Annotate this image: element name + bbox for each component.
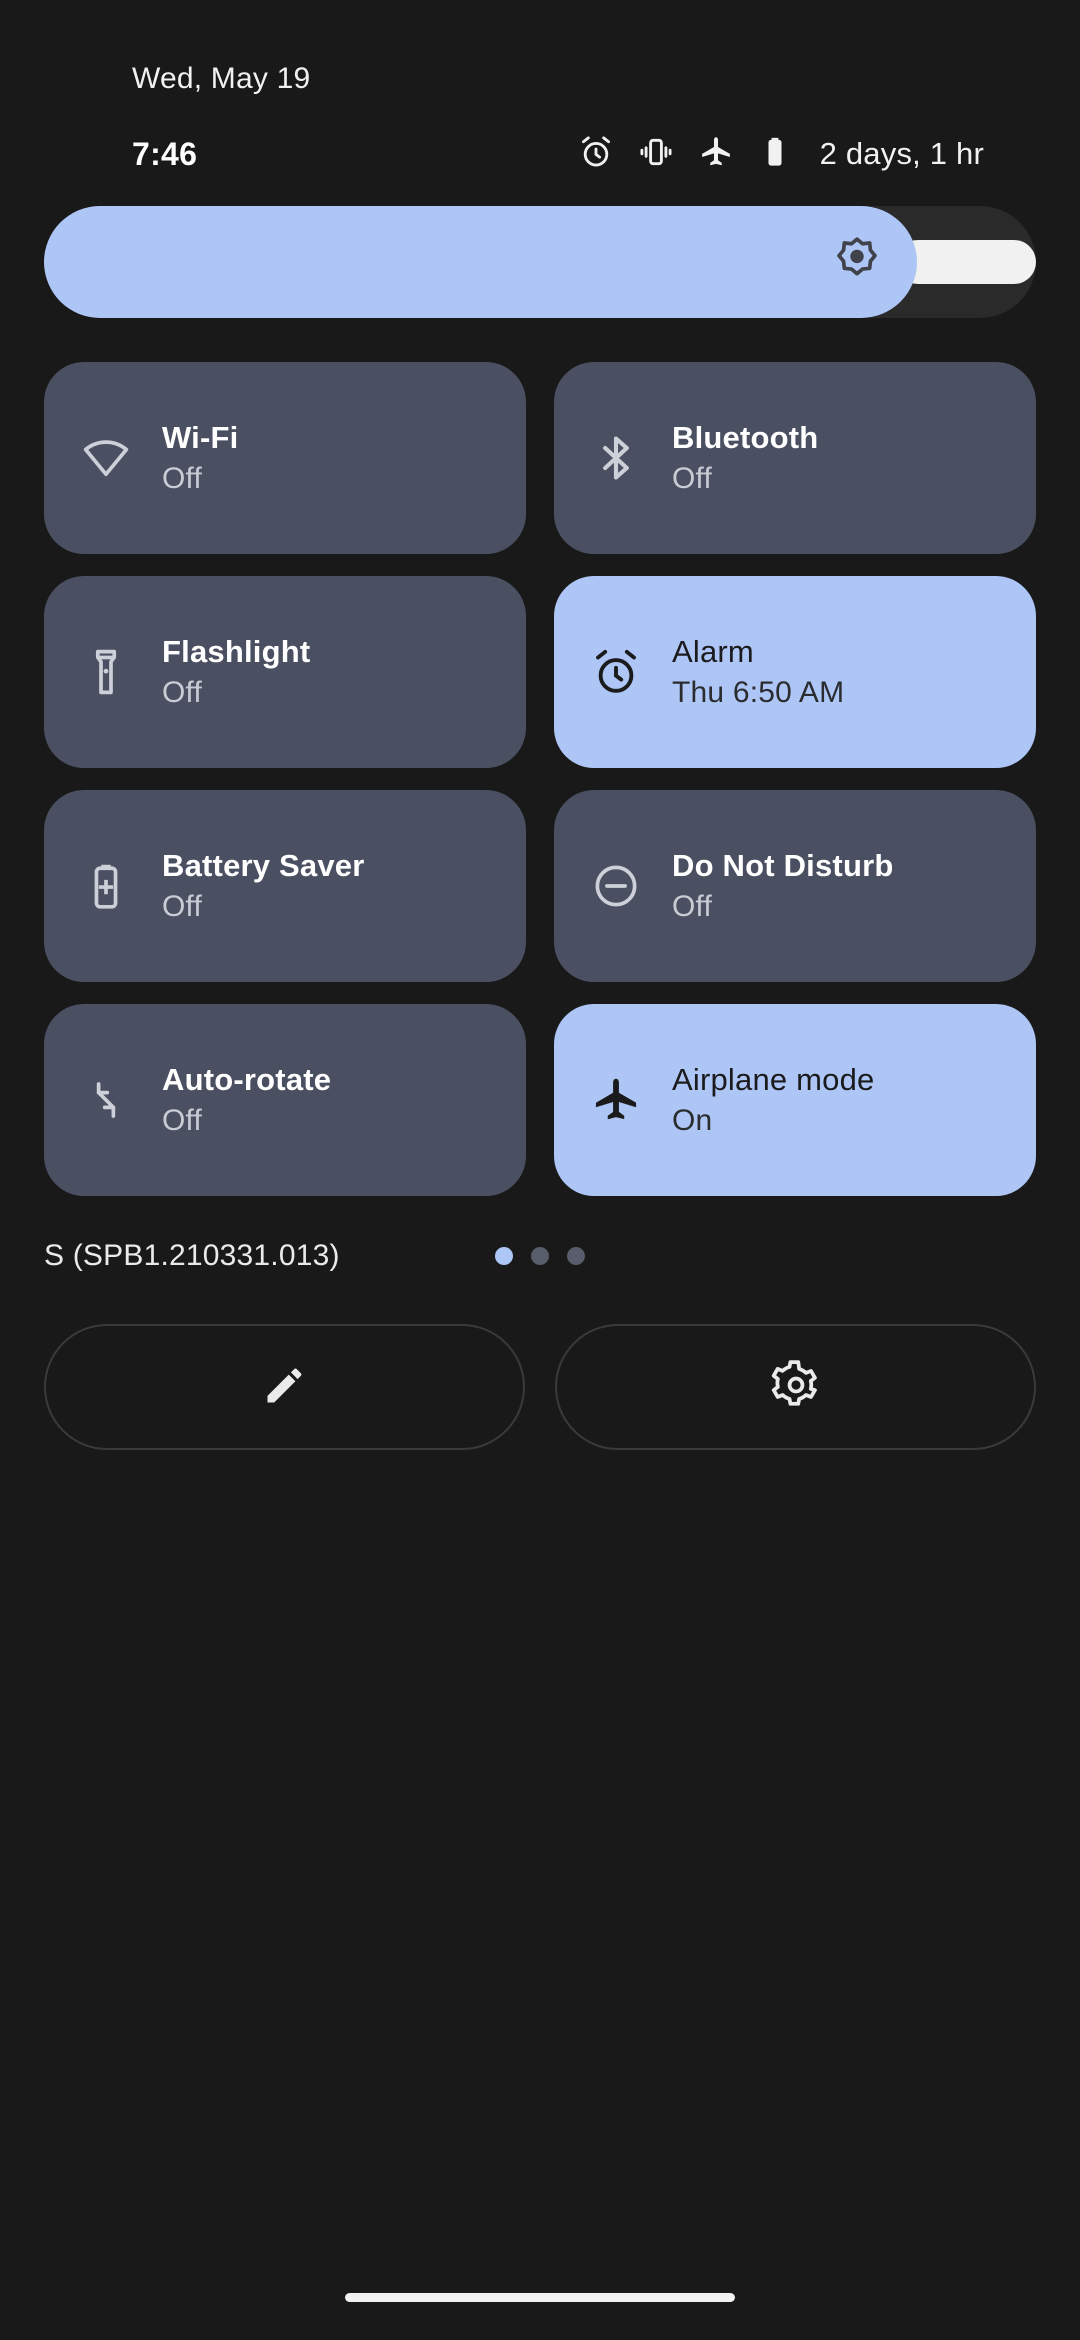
tile-label: Alarm: [672, 634, 754, 670]
brightness-slider[interactable]: [44, 206, 1036, 318]
quick-settings-tiles: Wi-Fi Off Bluetooth Off Flashlight Off A…: [44, 362, 1036, 1196]
tile-state: Off: [162, 461, 203, 495]
gear-icon: [771, 1359, 821, 1415]
airplane-icon: [588, 1074, 644, 1126]
brightness-fill: [44, 206, 917, 318]
tile-state: Off: [672, 889, 713, 923]
tile-battery-saver[interactable]: Battery Saver Off: [44, 790, 526, 982]
tile-state: Off: [162, 889, 203, 923]
edit-tiles-button[interactable]: [44, 1324, 525, 1450]
battery-saver-icon: [78, 860, 134, 912]
brightness-remaining-track: [896, 240, 1036, 284]
page-dot-2[interactable]: [531, 1247, 549, 1265]
tile-flashlight[interactable]: Flashlight Off: [44, 576, 526, 768]
tile-do-not-disturb[interactable]: Do Not Disturb Off: [554, 790, 1036, 982]
tile-label: Bluetooth: [672, 420, 819, 456]
tile-bluetooth[interactable]: Bluetooth Off: [554, 362, 1036, 554]
status-icons: 2 days, 1 hr: [578, 134, 984, 175]
page-dot-1[interactable]: [495, 1247, 513, 1265]
quick-settings-panel: Wed, May 19 7:46 2 days, 1 hr Wi-Fi Off …: [0, 0, 1080, 2340]
page-dot-3[interactable]: [567, 1247, 585, 1265]
alarm-icon: [578, 134, 614, 175]
tile-auto-rotate[interactable]: Auto-rotate Off: [44, 1004, 526, 1196]
tile-alarm[interactable]: Alarm Thu 6:50 AM: [554, 576, 1036, 768]
tile-label: Battery Saver: [162, 848, 365, 884]
airplane-icon: [698, 134, 734, 175]
date-label: Wed, May 19: [132, 62, 311, 95]
clock-label: 7:46: [132, 135, 198, 172]
navigation-handle[interactable]: [345, 2293, 735, 2302]
status-bar: 7:46 2 days, 1 hr: [0, 130, 1080, 178]
tile-airplane-mode[interactable]: Airplane mode On: [554, 1004, 1036, 1196]
tile-state: Off: [162, 1103, 203, 1137]
wifi-icon: [78, 432, 134, 484]
bluetooth-icon: [588, 432, 644, 484]
tile-state: Off: [162, 675, 203, 709]
date-row: Wed, May 19: [0, 0, 1080, 96]
tile-label: Wi-Fi: [162, 420, 239, 456]
tile-state: Thu 6:50 AM: [672, 675, 845, 709]
tile-state: Off: [672, 461, 713, 495]
page-indicator: [495, 1247, 585, 1265]
tile-wifi[interactable]: Wi-Fi Off: [44, 362, 526, 554]
battery-icon: [758, 135, 792, 174]
open-settings-button[interactable]: [555, 1324, 1036, 1450]
build-label: S (SPB1.210331.013): [44, 1239, 340, 1272]
tile-label: Airplane mode: [672, 1062, 875, 1098]
tile-state: On: [672, 1103, 713, 1137]
auto-rotate-icon: [78, 1074, 134, 1126]
tile-label: Flashlight: [162, 634, 311, 670]
pencil-icon: [260, 1360, 310, 1415]
flashlight-icon: [78, 646, 134, 698]
vibrate-icon: [638, 134, 674, 175]
tile-label: Do Not Disturb: [672, 848, 894, 884]
do-not-disturb-icon: [588, 860, 644, 912]
battery-estimate-label: 2 days, 1 hr: [819, 136, 984, 171]
tile-label: Auto-rotate: [162, 1062, 332, 1098]
footer-row: S (SPB1.210331.013): [44, 1230, 1036, 1282]
alarm-clock-icon: [588, 646, 644, 698]
bottom-button-row: [44, 1324, 1036, 1450]
brightness-sun-icon: [831, 234, 883, 291]
